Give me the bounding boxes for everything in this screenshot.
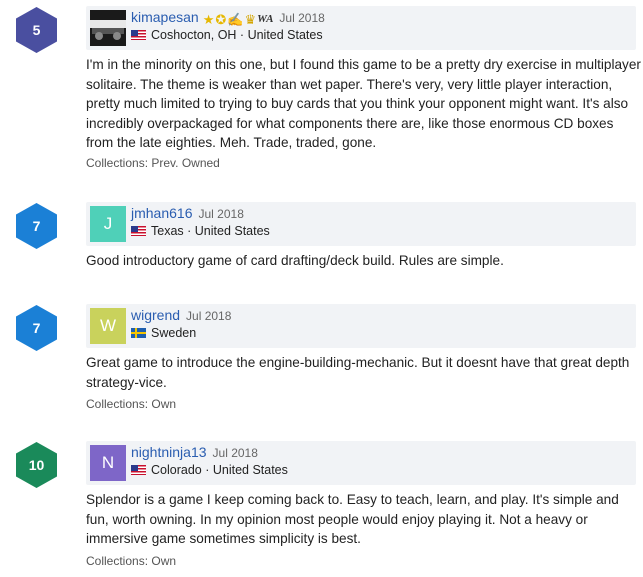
review-text: Splendor is a game I keep coming back to…	[86, 492, 619, 546]
rating-badge: 5	[16, 7, 57, 53]
username[interactable]: jmhan616	[131, 205, 193, 221]
collections-text: Collections: Own	[86, 554, 177, 568]
avatar[interactable]	[90, 10, 126, 46]
username[interactable]: kimapesan	[131, 9, 199, 25]
trophy-badge-icon[interactable]: ♛	[244, 13, 256, 26]
car-photo-icon	[90, 10, 126, 46]
review-text: Good introductory game of card drafting/…	[86, 253, 504, 268]
review-text: I'm in the minority on this one, but I f…	[86, 57, 641, 150]
review-date: Jul 2018	[212, 446, 258, 460]
sweden-flag-icon	[131, 328, 146, 338]
location-text: Texas · United States	[151, 224, 270, 238]
user-location: Colorado · United States	[131, 463, 288, 477]
us-flag-icon	[131, 465, 146, 475]
location-text: Colorado · United States	[151, 463, 288, 477]
thumb-badge-icon[interactable]: ✍	[227, 13, 243, 26]
rating-badge: 10	[16, 442, 57, 488]
username-link[interactable]: jmhan616 Jul 2018	[131, 205, 244, 221]
location-text: Sweden	[151, 326, 197, 340]
avatar[interactable]: W	[90, 308, 126, 344]
wa-badge-icon[interactable]: WA	[257, 13, 273, 26]
location-text: Coshocton, OH · United States	[151, 28, 323, 42]
username[interactable]: wigrend	[131, 307, 180, 323]
us-flag-icon	[131, 226, 146, 236]
us-flag-icon	[131, 30, 146, 40]
username-link[interactable]: nightninja13 Jul 2018	[131, 444, 258, 460]
crown-star-badge-icon[interactable]: ✪	[215, 13, 226, 26]
user-location: Coshocton, OH · United States	[131, 28, 323, 42]
user-location: Sweden	[131, 326, 196, 340]
username[interactable]: nightninja13	[131, 444, 207, 460]
user-badges: ★ ✪ ✍ ♛ WA	[203, 13, 274, 26]
collections-text: Collections: Prev. Owned	[86, 156, 220, 170]
review-date: Jul 2018	[186, 309, 232, 323]
review-text: Great game to introduce the engine-build…	[86, 355, 630, 390]
rating-badge: 7	[16, 203, 57, 249]
user-header: kimapesan ★ ✪ ✍ ♛ WA Jul 2018 Coshocton, OH · …	[86, 6, 636, 50]
rating-badge: 7	[16, 305, 57, 351]
collections-text: Collections: Own	[86, 397, 177, 411]
star-badge-icon[interactable]: ★	[203, 13, 215, 26]
avatar[interactable]: N	[90, 445, 126, 481]
review-date: Jul 2018	[279, 11, 325, 25]
user-location: Texas · United States	[131, 224, 270, 238]
user-header: W wigrend Jul 2018 Sweden	[86, 304, 636, 348]
user-header: N nightninja13 Jul 2018 Colorado · United…	[86, 441, 636, 485]
user-header: J jmhan616 Jul 2018 Texas · United States	[86, 202, 636, 246]
username-link[interactable]: wigrend Jul 2018	[131, 307, 231, 323]
avatar[interactable]: J	[90, 206, 126, 242]
username-link[interactable]: kimapesan ★ ✪ ✍ ♛ WA Jul 2018	[131, 9, 325, 26]
review-date: Jul 2018	[198, 207, 244, 221]
